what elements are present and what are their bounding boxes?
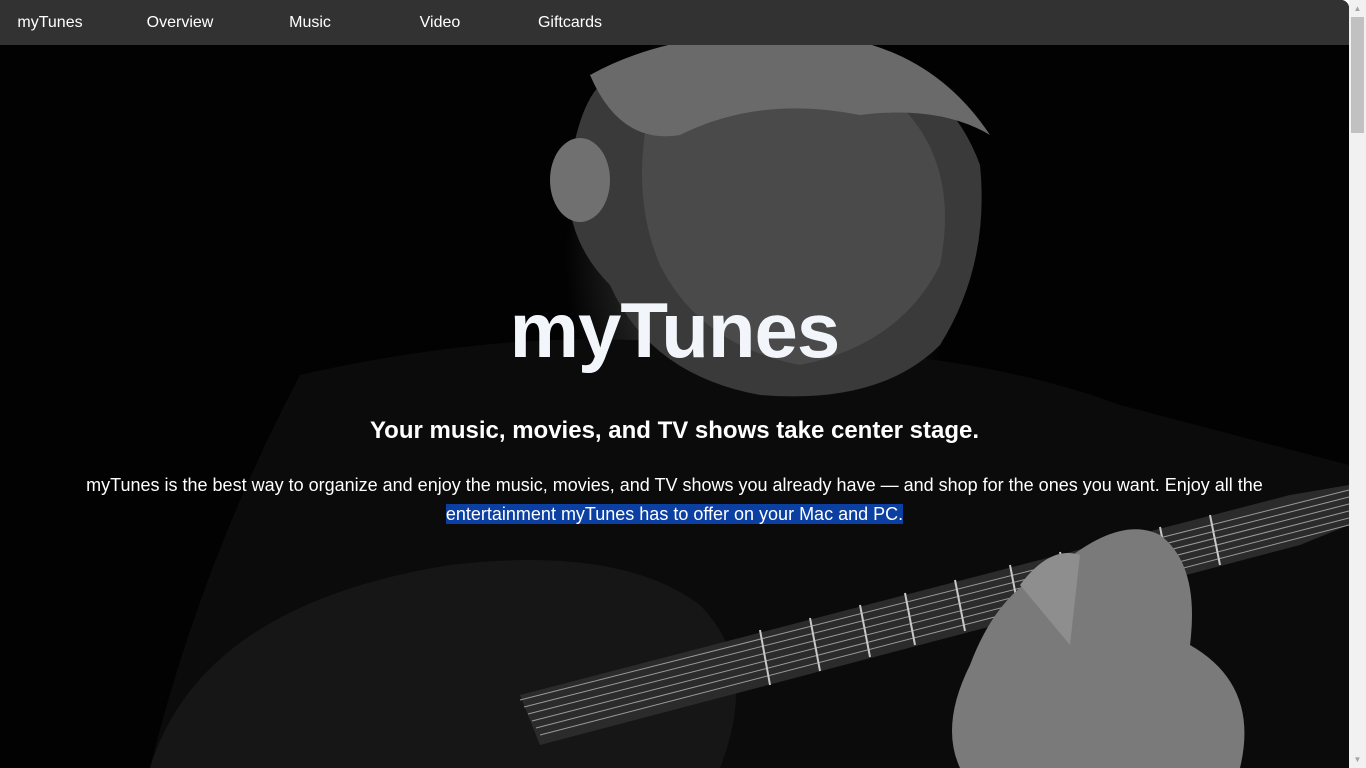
nav-item-video[interactable]: Video (390, 0, 490, 45)
nav-brand-link[interactable]: myTunes (0, 0, 100, 45)
hero-subtitle: Your music, movies, and TV shows take ce… (369, 417, 980, 444)
hero-title: myTunes (509, 286, 841, 374)
hero-description: myTunes is the best way to organize and … (0, 471, 1349, 529)
hero-description-line1: myTunes is the best way to organize and … (86, 475, 1263, 495)
vertical-scrollbar[interactable]: ▲ ▼ (1349, 0, 1366, 768)
hero-description-selected-text: entertainment myTunes has to offer on yo… (445, 504, 904, 524)
nav-item-giftcards[interactable]: Giftcards (520, 0, 620, 45)
top-navbar: myTunes Overview Music Video Giftcards (0, 0, 1349, 45)
hero-section: myTunes Your music, movies, and TV shows… (0, 45, 1349, 768)
nav-item-music[interactable]: Music (260, 0, 360, 45)
scroll-down-arrow-icon[interactable]: ▼ (1349, 751, 1366, 768)
nav-item-overview[interactable]: Overview (130, 0, 230, 45)
hero-background-image (150, 45, 1349, 768)
browser-viewport: myTunes Overview Music Video Giftcards m… (0, 0, 1349, 768)
scrollbar-thumb[interactable] (1351, 17, 1364, 133)
scroll-up-arrow-icon[interactable]: ▲ (1349, 0, 1366, 17)
